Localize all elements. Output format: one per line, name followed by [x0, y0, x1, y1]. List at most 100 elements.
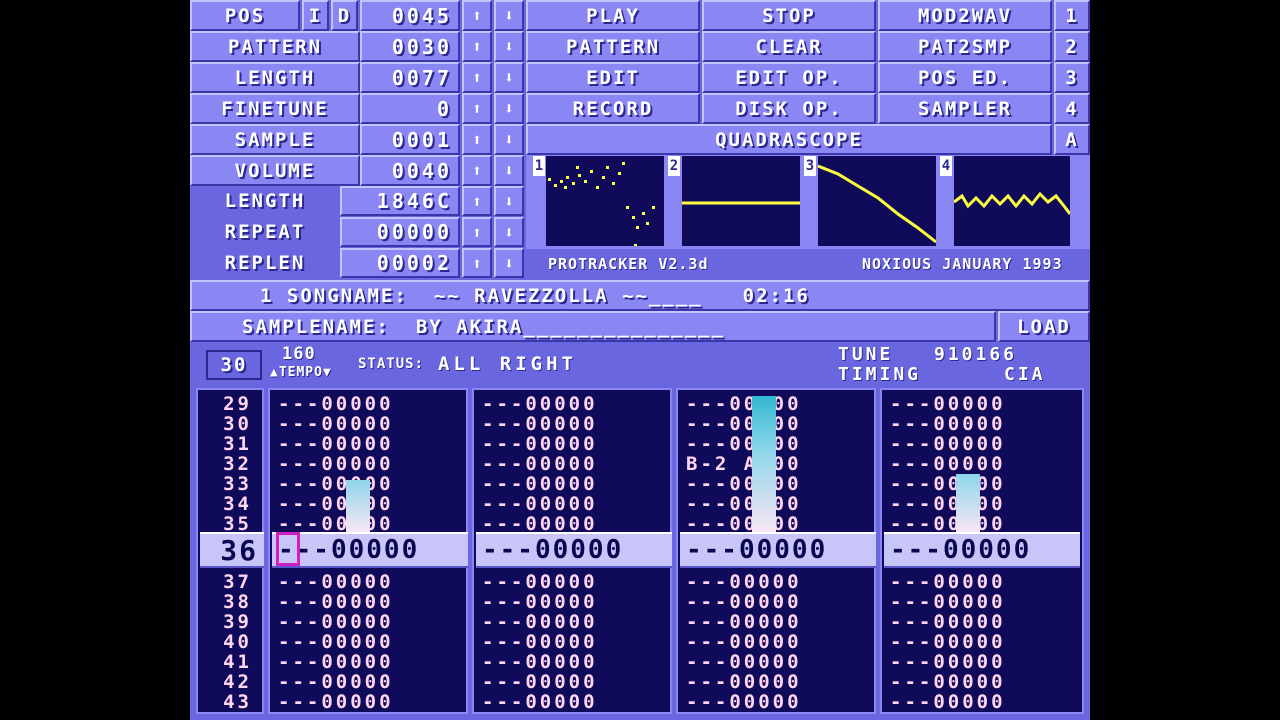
pattern-cell[interactable]: ---00000	[678, 591, 874, 613]
stop-button[interactable]: STOP	[702, 0, 876, 31]
pattern-cell[interactable]: ---00000	[678, 493, 874, 515]
channel-4-toggle[interactable]: 4	[1054, 93, 1090, 124]
sample-down-arrow-icon[interactable]: ⬇	[494, 124, 524, 155]
pattern-up-arrow-icon[interactable]: ⬆	[462, 31, 492, 62]
delete-pos-button[interactable]: D	[331, 0, 358, 31]
clear-button[interactable]: CLEAR	[702, 31, 876, 62]
pattern-cell[interactable]: ---00000	[882, 393, 1082, 415]
pattern-cell[interactable]: ---00000	[678, 611, 874, 633]
pattern-cell[interactable]: ---00000	[474, 571, 670, 593]
current-cell-channel-3[interactable]: ---00000	[680, 532, 876, 568]
pattern-cell[interactable]: ---00000	[474, 473, 670, 495]
pos-up-arrow-icon[interactable]: ⬆	[462, 0, 492, 31]
pattern-cell[interactable]: ---00000	[270, 591, 466, 613]
pattern-cell[interactable]: ---00000	[474, 393, 670, 415]
sample-length-down-arrow-icon[interactable]: ⬇	[494, 186, 524, 216]
load-button[interactable]: LOAD	[998, 311, 1090, 342]
pattern-cell[interactable]: ---00000	[882, 493, 1082, 515]
pat2smp-button[interactable]: PAT2SMP	[878, 31, 1052, 62]
pattern-cell[interactable]: ---00000	[474, 513, 670, 535]
length-up-arrow-icon[interactable]: ⬆	[462, 62, 492, 93]
pattern-cell[interactable]: ---00000	[678, 631, 874, 653]
record-button[interactable]: RECORD	[526, 93, 700, 124]
insert-pos-button[interactable]: I	[302, 0, 329, 31]
pattern-cell[interactable]: ---00000	[474, 453, 670, 475]
pattern-cell[interactable]: ---00000	[882, 513, 1082, 535]
channel-1-toggle[interactable]: 1	[1054, 0, 1090, 31]
pattern-cell[interactable]: ---00000	[678, 691, 874, 712]
finetune-down-arrow-icon[interactable]: ⬇	[494, 93, 524, 124]
repeat-up-arrow-icon[interactable]: ⬆	[462, 217, 492, 247]
pattern-cell[interactable]: ---00000	[270, 631, 466, 653]
current-cell-channel-2[interactable]: ---00000	[476, 532, 672, 568]
pattern-cell[interactable]: ---00000	[678, 393, 874, 415]
pattern-cell[interactable]: ---00000	[882, 413, 1082, 435]
pattern-cell[interactable]: ---00000	[678, 671, 874, 693]
pattern-cell[interactable]: ---00000	[882, 691, 1082, 712]
quadrascope-button[interactable]: QUADRASCOPE	[526, 124, 1052, 155]
sample-length-up-arrow-icon[interactable]: ⬆	[462, 186, 492, 216]
pattern-down-arrow-icon[interactable]: ⬇	[494, 31, 524, 62]
pattern-cell[interactable]: ---00000	[882, 591, 1082, 613]
edit-cursor[interactable]	[276, 532, 300, 566]
pattern-cell[interactable]: ---00000	[474, 691, 670, 712]
pattern-cell[interactable]: ---00000	[678, 651, 874, 673]
replen-up-arrow-icon[interactable]: ⬆	[462, 248, 492, 278]
pattern-cell[interactable]: ---00000	[882, 631, 1082, 653]
pattern-cell[interactable]: ---00000	[678, 433, 874, 455]
pattern-cell[interactable]: ---00000	[270, 571, 466, 593]
current-cell-channel-1[interactable]: ---00000	[272, 532, 468, 568]
length-down-arrow-icon[interactable]: ⬇	[494, 62, 524, 93]
tempo-label[interactable]: ▲TEMPO▼	[270, 365, 332, 380]
samplename-bar[interactable]: SAMPLENAME: BY AKIRA_______________	[190, 311, 996, 342]
songname-value[interactable]: ~~ RAVEZZOLLA ~~____	[434, 285, 703, 307]
pattern-cell[interactable]: ---00000	[882, 571, 1082, 593]
play-button[interactable]: PLAY	[526, 0, 700, 31]
current-cell-channel-4[interactable]: ---00000	[884, 532, 1080, 568]
pattern-cell[interactable]: ---00000	[474, 631, 670, 653]
pattern-cell[interactable]: ---00000	[474, 651, 670, 673]
pattern-cell[interactable]: ---00000	[882, 651, 1082, 673]
finetune-up-arrow-icon[interactable]: ⬆	[462, 93, 492, 124]
pattern-cell[interactable]: ---00000	[270, 413, 466, 435]
pattern-cell[interactable]: ---00000	[678, 413, 874, 435]
pattern-cell[interactable]: ---00000	[270, 453, 466, 475]
pattern-cell[interactable]: ---00000	[882, 433, 1082, 455]
pattern-cell[interactable]: ---00000	[678, 473, 874, 495]
pattern-cell[interactable]: ---00000	[882, 453, 1082, 475]
play-pattern-button[interactable]: PATTERN	[526, 31, 700, 62]
all-channels-toggle[interactable]: A	[1054, 124, 1090, 155]
pos-ed-button[interactable]: POS ED.	[878, 62, 1052, 93]
disk-op-button[interactable]: DISK OP.	[702, 93, 876, 124]
volume-down-arrow-icon[interactable]: ⬇	[494, 155, 524, 186]
pattern-cell-note[interactable]: B-2 A000	[678, 453, 874, 475]
pattern-cell[interactable]: ---00000	[474, 433, 670, 455]
pattern-cell[interactable]: ---00000	[270, 393, 466, 415]
songname-bar[interactable]: 1 SONGNAME: ~~ RAVEZZOLLA ~~____ 02:16	[190, 280, 1090, 311]
repeat-down-arrow-icon[interactable]: ⬇	[494, 217, 524, 247]
pattern-cell[interactable]: ---00000	[270, 651, 466, 673]
sample-up-arrow-icon[interactable]: ⬆	[462, 124, 492, 155]
sampler-button[interactable]: SAMPLER	[878, 93, 1052, 124]
pattern-cell[interactable]: ---00000	[678, 571, 874, 593]
mod2wav-button[interactable]: MOD2WAV	[878, 0, 1052, 31]
pattern-cell[interactable]: ---00000	[474, 493, 670, 515]
edit-button[interactable]: EDIT	[526, 62, 700, 93]
pattern-cell[interactable]: ---00000	[474, 413, 670, 435]
edit-op-button[interactable]: EDIT OP.	[702, 62, 876, 93]
pattern-cell[interactable]: ---00000	[270, 671, 466, 693]
pattern-cell[interactable]: ---00000	[270, 611, 466, 633]
pattern-cell[interactable]: ---00000	[270, 691, 466, 712]
pattern-cell[interactable]: ---00000	[882, 671, 1082, 693]
replen-down-arrow-icon[interactable]: ⬇	[494, 248, 524, 278]
pattern-cell[interactable]: ---00000	[474, 591, 670, 613]
pattern-cell[interactable]: ---00000	[474, 611, 670, 633]
channel-3-toggle[interactable]: 3	[1054, 62, 1090, 93]
volume-up-arrow-icon[interactable]: ⬆	[462, 155, 492, 186]
channel-2-toggle[interactable]: 2	[1054, 31, 1090, 62]
pattern-cell[interactable]: ---00000	[882, 611, 1082, 633]
pattern-cell[interactable]: ---00000	[474, 671, 670, 693]
samplename-value[interactable]: BY AKIRA_______________	[416, 316, 725, 338]
pattern-cell[interactable]: ---00000	[678, 513, 874, 535]
pattern-cell[interactable]: ---00000	[882, 473, 1082, 495]
